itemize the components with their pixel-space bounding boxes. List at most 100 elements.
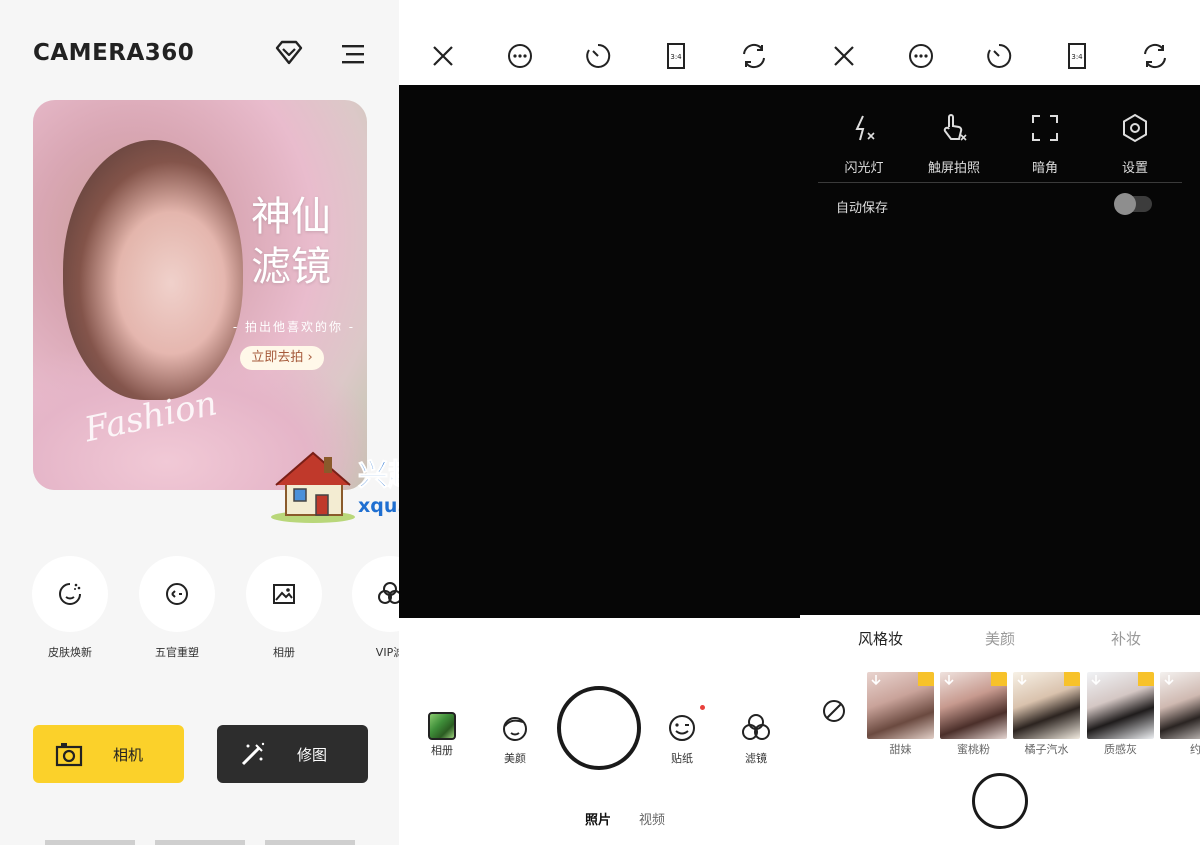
banner-title: 神仙 滤镜 bbox=[231, 192, 351, 292]
touch-shot-toggle[interactable]: 触屏拍照 bbox=[914, 113, 994, 176]
no-makeup-icon[interactable] bbox=[821, 698, 847, 724]
face-reshape-icon bbox=[166, 583, 188, 605]
filter-circles-icon bbox=[742, 714, 770, 740]
look-name: 蜜桃粉 bbox=[957, 743, 990, 756]
vignette-frame-icon bbox=[1032, 115, 1058, 141]
vip-crown-icon bbox=[1138, 672, 1154, 686]
vip-diamond-icon[interactable] bbox=[274, 40, 304, 66]
sticker-label: 贴纸 bbox=[671, 752, 693, 765]
autosave-switch[interactable] bbox=[1114, 193, 1152, 215]
more-icon[interactable] bbox=[506, 42, 534, 70]
album-thumbnail bbox=[428, 712, 456, 740]
flash-toggle[interactable]: 闪光灯 bbox=[824, 113, 904, 176]
feature-label: 相册 bbox=[273, 646, 295, 659]
download-icon bbox=[944, 675, 954, 686]
look-name: 橘子汽水 bbox=[1024, 743, 1069, 756]
flash-label: 闪光灯 bbox=[844, 161, 884, 176]
vignette-label: 暗角 bbox=[1031, 161, 1058, 176]
download-icon bbox=[1017, 675, 1027, 686]
album-button[interactable]: 相册 bbox=[417, 712, 467, 758]
makeup-look[interactable]: 橘子汽水 bbox=[1013, 672, 1080, 757]
filter-label: 滤镜 bbox=[745, 752, 767, 765]
sticker-button[interactable]: 贴纸 bbox=[657, 712, 707, 766]
svg-text:3:4: 3:4 bbox=[670, 53, 682, 61]
camera-viewfinder[interactable] bbox=[399, 85, 800, 618]
timer-icon[interactable] bbox=[584, 42, 612, 70]
switch-camera-icon[interactable] bbox=[1141, 42, 1169, 70]
more-icon[interactable] bbox=[907, 42, 935, 70]
makeup-look[interactable]: 约会 bbox=[1160, 672, 1200, 757]
switch-camera-icon[interactable] bbox=[740, 42, 768, 70]
image-icon bbox=[273, 584, 295, 604]
banner-subtitle: - 拍出他喜欢的你 - bbox=[232, 320, 356, 334]
camera-screen: 3:4 相册 美颜 贴纸 滤镜 照片 视频 bbox=[399, 0, 800, 845]
mode-photo-tab[interactable]: 照片 bbox=[585, 809, 611, 828]
bottom-tab-strip bbox=[155, 840, 245, 845]
settings-button[interactable]: 设置 bbox=[1095, 113, 1175, 176]
look-name: 甜妹 bbox=[889, 743, 912, 756]
filter-button[interactable]: 滤镜 bbox=[731, 712, 781, 766]
timer-icon[interactable] bbox=[985, 42, 1013, 70]
touch-hand-icon bbox=[943, 114, 967, 141]
aspect-ratio-icon[interactable]: 3:4 bbox=[662, 42, 690, 70]
feature-label: VIP滤 bbox=[375, 646, 399, 659]
feature-album[interactable]: 相册 bbox=[246, 556, 322, 660]
look-name: 质感灰 bbox=[1104, 743, 1137, 756]
banner-title-line1: 神仙 bbox=[251, 194, 331, 240]
beauty-label: 美颜 bbox=[504, 752, 526, 765]
home-screen: CAMERA360 Fashion 神仙 滤镜 - 拍出他喜欢的你 - 立即去拍… bbox=[0, 0, 399, 845]
filter-circles-icon bbox=[378, 582, 399, 604]
feature-face-reshape[interactable]: 五官重塑 bbox=[139, 556, 215, 660]
feature-skin-renew[interactable]: 皮肤焕新 bbox=[32, 556, 108, 660]
vip-crown-icon bbox=[1064, 672, 1080, 686]
app-logo: CAMERA360 bbox=[33, 40, 195, 66]
autosave-label: 自动保存 bbox=[836, 201, 889, 216]
camera-top-bar: 3:4 bbox=[800, 36, 1200, 76]
download-icon bbox=[871, 675, 881, 686]
camera-button[interactable]: 相机 bbox=[33, 725, 184, 783]
makeup-look[interactable]: 甜妹 bbox=[867, 672, 934, 757]
look-name: 约会 bbox=[1190, 743, 1200, 756]
shutter-button[interactable] bbox=[972, 773, 1028, 829]
download-icon bbox=[1164, 675, 1174, 686]
aspect-ratio-icon[interactable]: 3:4 bbox=[1063, 42, 1091, 70]
menu-icon[interactable] bbox=[340, 42, 366, 66]
sticker-notification-dot bbox=[700, 705, 705, 710]
makeup-tab-touchup[interactable]: 补妆 bbox=[1111, 628, 1141, 649]
makeup-look[interactable]: 蜜桃粉 bbox=[940, 672, 1007, 757]
autosave-switch-knob bbox=[1114, 193, 1136, 215]
sticker-smile-icon bbox=[669, 715, 695, 741]
camera-top-bar: 3:4 bbox=[399, 36, 800, 76]
flash-off-icon bbox=[855, 115, 875, 141]
camera-button-label: 相机 bbox=[113, 745, 144, 764]
mode-video-tab[interactable]: 视频 bbox=[639, 809, 665, 828]
house-logo-icon bbox=[271, 451, 355, 523]
face-sparkle-icon bbox=[59, 583, 81, 605]
edit-photo-button[interactable]: 修图 bbox=[217, 725, 368, 783]
close-icon[interactable] bbox=[429, 42, 457, 70]
feature-vip-filter[interactable]: VIP滤 bbox=[352, 556, 399, 660]
banner-cta-button[interactable]: 立即去拍 › bbox=[240, 346, 324, 370]
bottom-tab-strip bbox=[265, 840, 355, 845]
makeup-tab-beauty[interactable]: 美颜 bbox=[985, 628, 1015, 649]
feature-label: 五官重塑 bbox=[155, 646, 199, 659]
svg-text:3:4: 3:4 bbox=[1071, 53, 1083, 61]
look-thumbnail bbox=[940, 672, 1007, 739]
beauty-button[interactable]: 美颜 bbox=[490, 712, 540, 766]
feature-label: 皮肤焕新 bbox=[48, 646, 92, 659]
beauty-face-icon bbox=[503, 717, 527, 741]
close-icon[interactable] bbox=[830, 42, 858, 70]
magic-wand-icon bbox=[241, 742, 265, 766]
settings-hex-icon bbox=[1123, 113, 1147, 143]
download-icon bbox=[1091, 675, 1101, 686]
promo-banner[interactable]: Fashion 神仙 滤镜 - 拍出他喜欢的你 - 立即去拍 › bbox=[33, 100, 367, 490]
vignette-toggle[interactable]: 暗角 bbox=[1005, 113, 1085, 176]
shutter-button[interactable] bbox=[557, 686, 641, 770]
touch-shot-label: 触屏拍照 bbox=[927, 161, 980, 176]
makeup-look[interactable]: 质感灰 bbox=[1087, 672, 1154, 757]
look-thumbnail bbox=[1013, 672, 1080, 739]
settings-label: 设置 bbox=[1121, 161, 1148, 176]
makeup-tab-style[interactable]: 风格妆 bbox=[858, 628, 903, 649]
edit-button-label: 修图 bbox=[297, 745, 328, 764]
album-label: 相册 bbox=[431, 744, 453, 757]
